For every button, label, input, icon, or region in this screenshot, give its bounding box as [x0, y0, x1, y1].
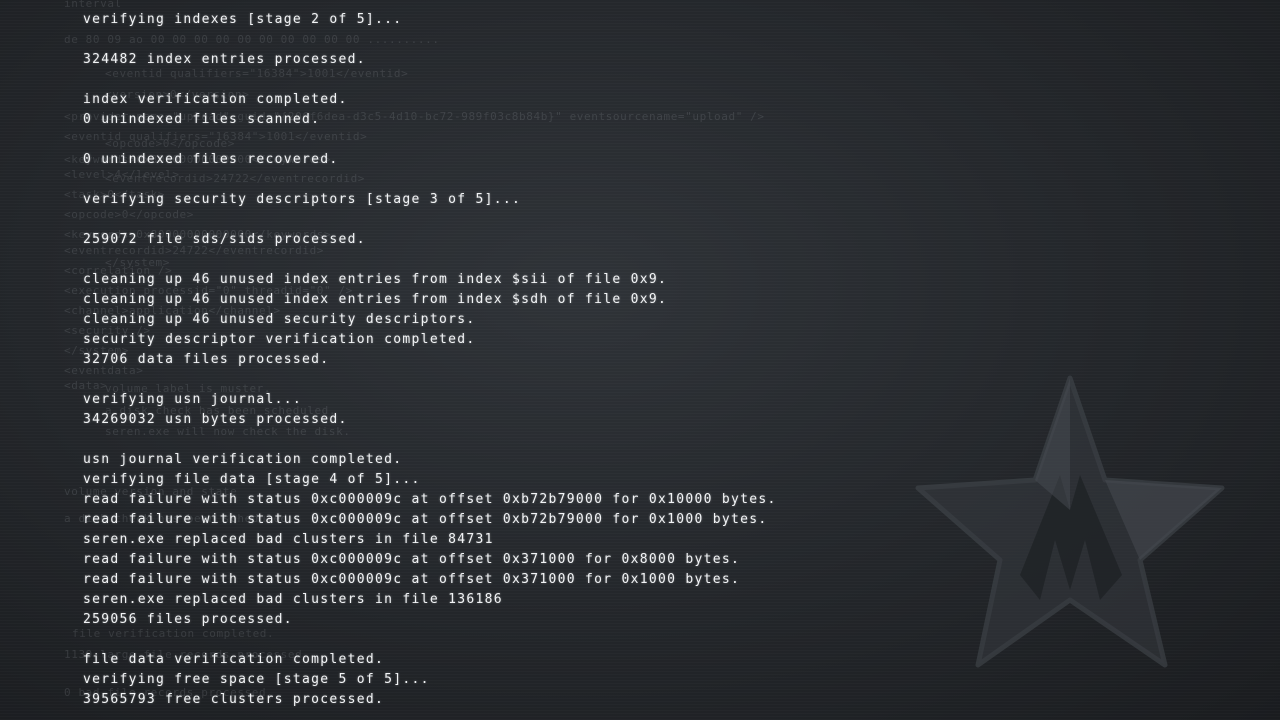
console-line: verifying file data [stage 4 of 5]... [83, 472, 421, 487]
console-line: cleaning up 46 unused index entries from… [83, 292, 668, 307]
console-line: read failure with status 0xc000009c at o… [83, 492, 777, 507]
console-line: 0 unindexed files recovered. [83, 152, 339, 167]
console-line: security descriptor verification complet… [83, 332, 476, 347]
console-line: 32706 data files processed. [83, 352, 330, 367]
console-line: verifying security descriptors [stage 3 … [83, 192, 522, 207]
console-line: 34269032 usn bytes processed. [83, 412, 348, 427]
console-line: verifying usn journal... [83, 392, 303, 407]
chkdsk-console-output: verifying indexes [stage 2 of 5]... 32448… [83, 10, 983, 710]
console-line: 39565793 free clusters processed. [83, 692, 385, 707]
console-line: 0 unindexed files scanned. [83, 112, 321, 127]
console-line: 259056 files processed. [83, 612, 293, 627]
console-line: verifying free space [stage 5 of 5]... [83, 672, 430, 687]
console-line: seren.exe replaced bad clusters in file … [83, 532, 494, 547]
console-line: index verification completed. [83, 92, 348, 107]
background-log-line: interval [64, 0, 122, 10]
console-line: read failure with status 0xc000009c at o… [83, 552, 741, 567]
console-line: read failure with status 0xc000009c at o… [83, 512, 768, 527]
console-line: cleaning up 46 unused index entries from… [83, 272, 668, 287]
console-line: usn journal verification completed. [83, 452, 403, 467]
console-line: read failure with status 0xc000009c at o… [83, 572, 741, 587]
console-line: seren.exe replaced bad clusters in file … [83, 592, 503, 607]
console-line: file data verification completed. [83, 652, 385, 667]
console-line: verifying indexes [stage 2 of 5]... [83, 12, 403, 27]
console-line: 324482 index entries processed. [83, 52, 366, 67]
console-line: 259072 file sds/sids processed. [83, 232, 366, 247]
console-line: cleaning up 46 unused security descripto… [83, 312, 476, 327]
